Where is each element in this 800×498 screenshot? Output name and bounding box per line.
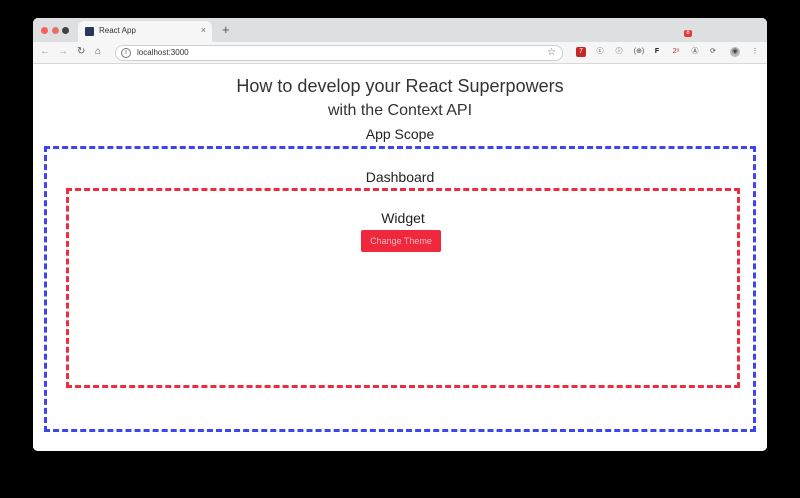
- browser-toolbar: ← → ↻ ⌂ i localhost:3000 ☆ 7 ⓒ ⓘ (⊕) F 2…: [33, 42, 767, 64]
- react-favicon-icon: [85, 27, 94, 36]
- extension-badge: 8: [684, 30, 692, 37]
- change-theme-button[interactable]: Change Theme: [361, 230, 441, 252]
- extension-8-icon[interactable]: ⟳: [708, 47, 718, 57]
- address-bar[interactable]: i localhost:3000 ☆: [115, 45, 563, 61]
- back-icon[interactable]: ←: [40, 46, 50, 58]
- page-content: How to develop your React Superpowers wi…: [33, 65, 767, 451]
- app-scope-box: Dashboard Widget Change Theme: [44, 146, 756, 432]
- extension-5-icon[interactable]: F: [652, 47, 662, 57]
- dashboard-box: Widget Change Theme: [66, 188, 740, 388]
- home-icon[interactable]: ⌂: [95, 46, 101, 58]
- bookmark-star-icon[interactable]: ☆: [547, 47, 556, 58]
- menu-dots-icon[interactable]: ⋮: [750, 47, 760, 57]
- close-window-button[interactable]: [41, 27, 48, 34]
- minimize-window-button[interactable]: [52, 27, 59, 34]
- widget-label: Widget: [381, 210, 425, 226]
- reload-icon[interactable]: ↻: [77, 46, 85, 58]
- tab-react-app[interactable]: React App ×: [78, 21, 212, 42]
- extension-1-icon[interactable]: 7: [576, 47, 586, 57]
- app-scope-label: App Scope: [365, 126, 435, 142]
- maximize-window-button[interactable]: [62, 27, 69, 34]
- page-subtitle: with the Context API: [327, 102, 473, 119]
- tab-title: React App: [99, 26, 136, 35]
- new-tab-button[interactable]: +: [222, 23, 230, 36]
- extension-6-icon[interactable]: 2ᵒ: [671, 47, 681, 57]
- extension-7-icon[interactable]: Ⓐ: [690, 47, 700, 57]
- browser-window: React App × + ← → ↻ ⌂ i localhost:3000 ☆…: [33, 18, 767, 451]
- tab-close-icon[interactable]: ×: [201, 25, 206, 35]
- forward-icon[interactable]: →: [58, 46, 68, 58]
- dashboard-label: Dashboard: [365, 169, 435, 185]
- profile-avatar-icon[interactable]: ◉: [730, 47, 740, 57]
- site-info-icon[interactable]: i: [121, 48, 131, 58]
- extension-3-icon[interactable]: ⓘ: [614, 47, 624, 57]
- tab-strip: React App × +: [33, 18, 767, 42]
- extension-4-icon[interactable]: (⊕): [632, 47, 646, 57]
- url-text[interactable]: localhost:3000: [137, 48, 189, 57]
- page-title: How to develop your React Superpowers: [236, 76, 564, 96]
- extension-2-icon[interactable]: ⓒ: [595, 47, 605, 57]
